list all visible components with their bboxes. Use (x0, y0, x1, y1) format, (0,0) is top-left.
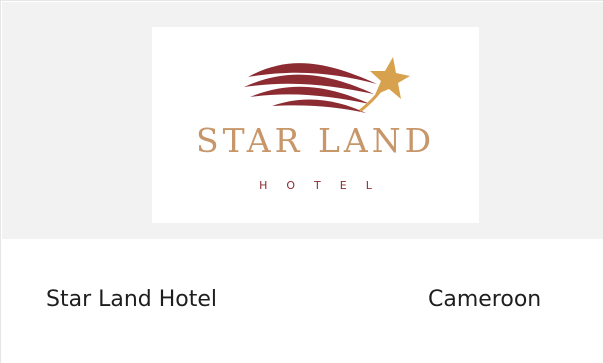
hotel-logo: STAR LAND HOTEL (152, 27, 479, 223)
hotel-title[interactable]: Star Land Hotel (46, 289, 217, 311)
hotel-country: Cameroon (428, 287, 542, 312)
hotel-image-area[interactable]: STAR LAND HOTEL (2, 2, 603, 239)
shooting-star-icon (244, 57, 410, 113)
hotel-card[interactable]: STAR LAND HOTEL Star Land Hotel Cameroon (0, 0, 603, 363)
logo-brand-name: STAR LAND (195, 121, 436, 160)
logo-subtitle: HOTEL (259, 179, 391, 192)
